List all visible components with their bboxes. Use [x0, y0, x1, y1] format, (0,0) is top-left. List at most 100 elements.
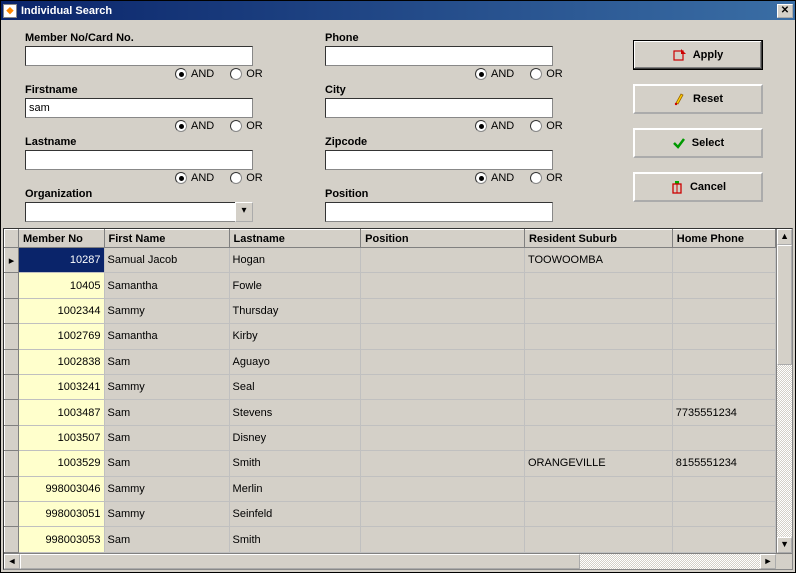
- cell[interactable]: Sam: [104, 400, 229, 425]
- col-home-phone[interactable]: Home Phone: [672, 230, 775, 248]
- phone-or-radio[interactable]: OR: [530, 68, 563, 80]
- horizontal-scrollbar[interactable]: ◄ ►: [4, 553, 792, 569]
- cell[interactable]: Smith: [229, 527, 361, 553]
- table-row[interactable]: 10405SamanthaFowle: [5, 273, 776, 298]
- cell[interactable]: [524, 298, 672, 323]
- col-lastname[interactable]: Lastname: [229, 230, 361, 248]
- cell[interactable]: 1003529: [18, 451, 104, 476]
- vscroll-track[interactable]: [777, 245, 792, 537]
- cell[interactable]: Kirby: [229, 324, 361, 349]
- cancel-button[interactable]: Cancel: [633, 172, 763, 202]
- scroll-up-button[interactable]: ▲: [777, 229, 792, 245]
- member-no-or-radio[interactable]: OR: [230, 68, 263, 80]
- col-position[interactable]: Position: [361, 230, 525, 248]
- firstname-or-radio[interactable]: OR: [230, 120, 263, 132]
- cell[interactable]: 7735551234: [672, 400, 775, 425]
- reset-button[interactable]: Reset: [633, 84, 763, 114]
- table-row[interactable]: 1003241SammySeal: [5, 375, 776, 400]
- cell[interactable]: Samantha: [104, 324, 229, 349]
- vertical-scrollbar[interactable]: ▲ ▼: [776, 229, 792, 553]
- cell[interactable]: [361, 349, 525, 374]
- cell[interactable]: Aguayo: [229, 349, 361, 374]
- table-row[interactable]: ▸10287Samual JacobHoganTOOWOOMBA: [5, 248, 776, 273]
- cell[interactable]: [361, 400, 525, 425]
- vscroll-thumb[interactable]: [777, 245, 792, 365]
- cell[interactable]: [524, 425, 672, 450]
- lastname-and-radio[interactable]: AND: [175, 172, 214, 184]
- cell[interactable]: [361, 527, 525, 553]
- table-row[interactable]: 1003487SamStevens7735551234: [5, 400, 776, 425]
- cell[interactable]: [672, 476, 775, 501]
- col-suburb[interactable]: Resident Suburb: [524, 230, 672, 248]
- cell[interactable]: [672, 349, 775, 374]
- cell[interactable]: 1002769: [18, 324, 104, 349]
- table-row[interactable]: 1002838SamAguayo: [5, 349, 776, 374]
- cell[interactable]: Hogan: [229, 248, 361, 273]
- scroll-down-button[interactable]: ▼: [777, 537, 792, 553]
- city-or-radio[interactable]: OR: [530, 120, 563, 132]
- cell[interactable]: 1003241: [18, 375, 104, 400]
- position-input[interactable]: [325, 202, 553, 222]
- hscroll-thumb[interactable]: [20, 554, 580, 569]
- cell[interactable]: [361, 502, 525, 527]
- cell[interactable]: [361, 425, 525, 450]
- member-no-and-radio[interactable]: AND: [175, 68, 214, 80]
- cell[interactable]: [672, 502, 775, 527]
- cell[interactable]: [361, 476, 525, 501]
- cell[interactable]: [672, 527, 775, 553]
- cell[interactable]: [361, 451, 525, 476]
- cell[interactable]: [672, 248, 775, 273]
- cell[interactable]: Merlin: [229, 476, 361, 501]
- table-row[interactable]: 1003507SamDisney: [5, 425, 776, 450]
- cell[interactable]: [524, 476, 672, 501]
- cell[interactable]: 998003046: [18, 476, 104, 501]
- close-button[interactable]: ✕: [777, 4, 793, 18]
- cell[interactable]: 1002344: [18, 298, 104, 323]
- lastname-or-radio[interactable]: OR: [230, 172, 263, 184]
- scroll-right-button[interactable]: ►: [760, 554, 776, 569]
- member-no-input[interactable]: [25, 46, 253, 66]
- cell[interactable]: [361, 248, 525, 273]
- cell[interactable]: [361, 375, 525, 400]
- cell[interactable]: Sam: [104, 349, 229, 374]
- city-and-radio[interactable]: AND: [475, 120, 514, 132]
- cell[interactable]: ORANGEVILLE: [524, 451, 672, 476]
- cell[interactable]: Sammy: [104, 298, 229, 323]
- cell[interactable]: [524, 375, 672, 400]
- firstname-input[interactable]: [25, 98, 253, 118]
- cell[interactable]: Samantha: [104, 273, 229, 298]
- hscroll-track[interactable]: [20, 554, 760, 569]
- cell[interactable]: [524, 324, 672, 349]
- cell[interactable]: [672, 324, 775, 349]
- phone-and-radio[interactable]: AND: [475, 68, 514, 80]
- zipcode-input[interactable]: [325, 150, 553, 170]
- city-input[interactable]: [325, 98, 553, 118]
- firstname-and-radio[interactable]: AND: [175, 120, 214, 132]
- cell[interactable]: 8155551234: [672, 451, 775, 476]
- cell[interactable]: [524, 273, 672, 298]
- apply-button[interactable]: Apply: [633, 40, 763, 70]
- cell[interactable]: Disney: [229, 425, 361, 450]
- organization-input[interactable]: [25, 202, 235, 222]
- phone-input[interactable]: [325, 46, 553, 66]
- cell[interactable]: 998003053: [18, 527, 104, 553]
- cell[interactable]: Sammy: [104, 476, 229, 501]
- cell[interactable]: 1002838: [18, 349, 104, 374]
- cell[interactable]: Sammy: [104, 502, 229, 527]
- zipcode-and-radio[interactable]: AND: [475, 172, 514, 184]
- cell[interactable]: Smith: [229, 451, 361, 476]
- cell[interactable]: [524, 527, 672, 553]
- cell[interactable]: [672, 375, 775, 400]
- cell[interactable]: [361, 298, 525, 323]
- cell[interactable]: 10287: [18, 248, 104, 273]
- cell[interactable]: [361, 273, 525, 298]
- cell[interactable]: 10405: [18, 273, 104, 298]
- cell[interactable]: Seal: [229, 375, 361, 400]
- select-button[interactable]: Select: [633, 128, 763, 158]
- cell[interactable]: [524, 502, 672, 527]
- cell[interactable]: [672, 273, 775, 298]
- col-member-no[interactable]: Member No: [18, 230, 104, 248]
- cell[interactable]: Stevens: [229, 400, 361, 425]
- cell[interactable]: 998003051: [18, 502, 104, 527]
- col-first-name[interactable]: First Name: [104, 230, 229, 248]
